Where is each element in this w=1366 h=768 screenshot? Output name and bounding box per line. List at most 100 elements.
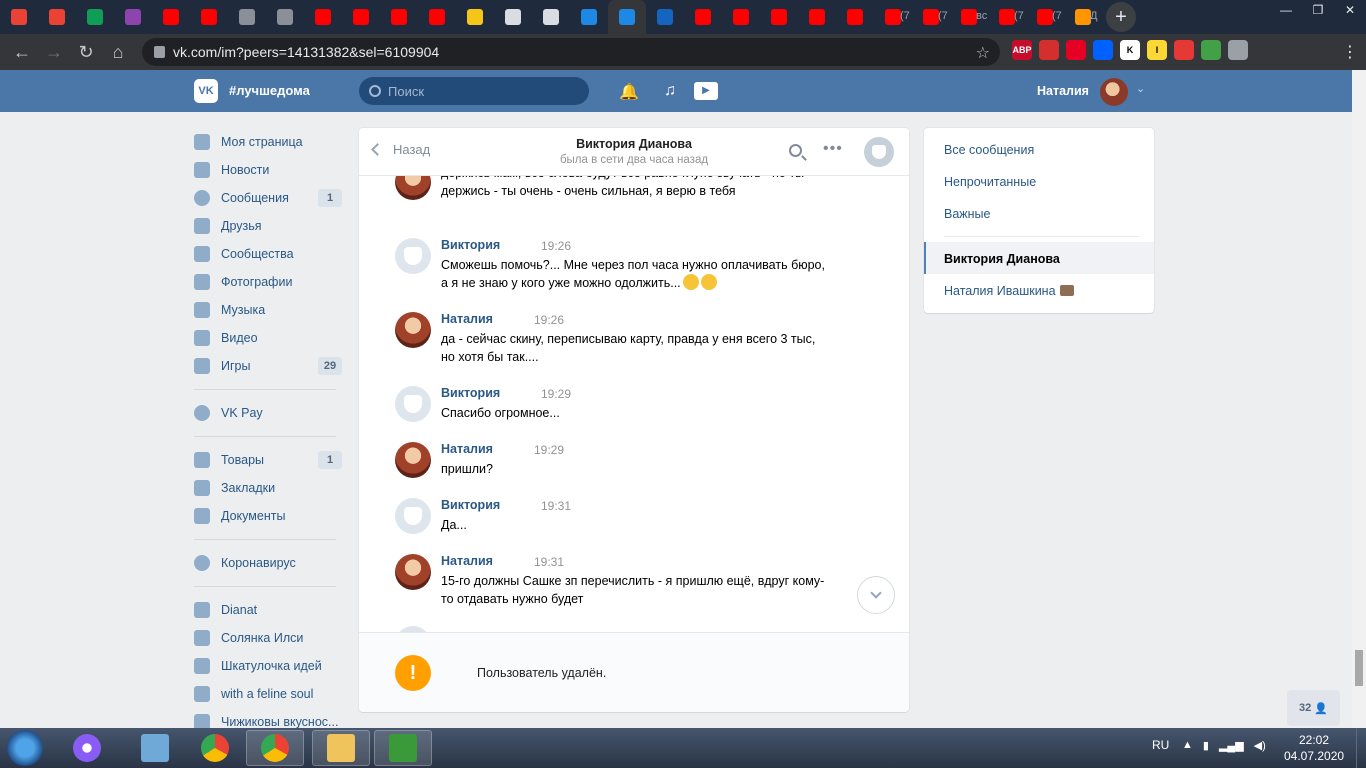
filter-important[interactable]: Важные (944, 207, 991, 221)
browser-tab[interactable]: (7 (988, 0, 1026, 34)
pinterest-icon[interactable] (1066, 40, 1086, 60)
browser-tab[interactable] (228, 0, 266, 34)
browser-tab[interactable] (494, 0, 532, 34)
abp-icon[interactable]: ABP (1012, 40, 1032, 60)
message-author[interactable]: Виктория (441, 386, 500, 400)
browser-tab[interactable] (38, 0, 76, 34)
header-user-name[interactable]: Наталия (1037, 84, 1089, 98)
taskbar-control-panel[interactable] (126, 730, 184, 766)
more-options-icon[interactable]: ••• (823, 140, 843, 158)
online-friends-button[interactable]: 32 👤 (1287, 690, 1340, 726)
signal-icon[interactable]: ▂▄▆ (1219, 739, 1244, 752)
bookmark-star-icon[interactable]: ☆ (976, 43, 990, 63)
browser-tab[interactable] (570, 0, 608, 34)
browser-tab[interactable] (76, 0, 114, 34)
page-scrollbar[interactable] (1352, 70, 1366, 728)
sidebar-item[interactable]: Товары 1 (186, 446, 350, 474)
message-time[interactable]: 19:26 (534, 313, 564, 327)
home-icon[interactable]: ⌂ (102, 36, 134, 68)
conversation-viktoria[interactable]: Виктория Дианова (944, 252, 1060, 266)
filter-unread[interactable]: Непрочитанные (944, 175, 1036, 189)
sidebar-item[interactable]: Солянка Илси (186, 624, 350, 652)
stop-hand-icon[interactable] (1039, 40, 1059, 60)
clock[interactable]: 22:02 04.07.2020 (1284, 732, 1344, 764)
sidebar-item[interactable]: Друзья (186, 212, 350, 240)
message-time[interactable]: 19:31 (541, 499, 571, 513)
browser-tab[interactable] (304, 0, 342, 34)
dropbox-icon[interactable] (1093, 40, 1113, 60)
browser-tab[interactable] (836, 0, 874, 34)
shield-icon[interactable] (1201, 40, 1221, 60)
browser-tab[interactable] (0, 0, 38, 34)
browser-tab[interactable]: (7 (1026, 0, 1064, 34)
message-avatar[interactable] (395, 554, 431, 590)
vk-logo[interactable]: VK (194, 79, 218, 103)
sidebar-item[interactable]: Видео (186, 324, 350, 352)
browser-tab[interactable] (722, 0, 760, 34)
back-arrow-icon[interactable]: ← (6, 36, 38, 68)
browser-tab[interactable] (152, 0, 190, 34)
message-author[interactable]: Виктория (441, 238, 500, 252)
new-tab-button[interactable]: + (1106, 2, 1136, 32)
sidebar-item[interactable]: Игры 29 (186, 352, 350, 380)
taskbar-explorer[interactable] (312, 730, 370, 766)
video-dl-icon[interactable] (1174, 40, 1194, 60)
browser-tab[interactable] (760, 0, 798, 34)
message-avatar[interactable] (395, 498, 431, 534)
vk-search[interactable] (359, 77, 589, 105)
sidebar-item[interactable]: Сообщества (186, 240, 350, 268)
message-avatar[interactable] (395, 238, 431, 274)
message-avatar[interactable] (395, 442, 431, 478)
message-author[interactable]: Виктория (441, 498, 500, 512)
browser-tab[interactable] (532, 0, 570, 34)
play-icon[interactable]: ▶ (694, 82, 718, 100)
sidebar-item[interactable]: Моя страница (186, 128, 350, 156)
message-author[interactable]: Наталия (441, 442, 493, 456)
browser-tab[interactable] (114, 0, 152, 34)
reload-icon[interactable]: ↻ (70, 36, 102, 68)
scrollbar-thumb[interactable] (1355, 650, 1363, 686)
chat-search-icon[interactable] (789, 144, 802, 157)
taskbar-alice[interactable] (58, 730, 116, 766)
address-bar[interactable]: vk.com/im?peers=14131382&sel=6109904 ☆ (142, 38, 1000, 66)
taskbar-chrome[interactable] (186, 730, 244, 766)
browser-tab[interactable]: (7 (874, 0, 912, 34)
browser-menu-icon[interactable]: ⋮ (1342, 42, 1358, 62)
hashtag-link[interactable]: #лучшедома (229, 83, 310, 98)
contact-avatar[interactable] (864, 137, 894, 167)
search-input[interactable] (388, 83, 568, 99)
browser-tab[interactable] (456, 0, 494, 34)
message-time[interactable]: 19:29 (534, 443, 564, 457)
message-author[interactable]: Наталия (441, 312, 493, 326)
scroll-down-button[interactable] (857, 576, 895, 614)
language-indicator[interactable]: RU (1152, 738, 1169, 752)
sidebar-item[interactable]: Коронавирус (186, 549, 350, 577)
sidebar-item[interactable]: Dianat (186, 596, 350, 624)
sidebar-item[interactable]: Закладки (186, 474, 350, 502)
windows-start-icon[interactable] (7, 730, 43, 766)
forward-arrow-icon[interactable]: → (38, 36, 70, 68)
sidebar-item[interactable]: Шкатулочка идей (186, 652, 350, 680)
volume-icon[interactable]: ◀) (1254, 739, 1266, 752)
chevron-down-icon[interactable]: ⌄ (1136, 82, 1145, 95)
i-icon[interactable]: I (1147, 40, 1167, 60)
close-icon[interactable]: ✕ (1334, 0, 1366, 20)
taskbar-chrome-active[interactable] (246, 730, 304, 766)
browser-tab[interactable]: (7 (912, 0, 950, 34)
message-time[interactable]: 19:31 (534, 555, 564, 569)
browser-tab[interactable] (646, 0, 684, 34)
k-icon[interactable]: K (1120, 40, 1140, 60)
restore-icon[interactable]: ❐ (1302, 0, 1334, 20)
browser-tab[interactable] (684, 0, 722, 34)
browser-tab[interactable] (418, 0, 456, 34)
tray-expand-icon[interactable]: ▲ (1182, 739, 1193, 752)
taskbar-game[interactable] (374, 730, 432, 766)
browser-tab[interactable] (380, 0, 418, 34)
sidebar-item[interactable]: with a feline soul (186, 680, 350, 708)
sidebar-item[interactable]: Фотографии (186, 268, 350, 296)
message-time[interactable]: 19:29 (541, 387, 571, 401)
message-list[interactable]: держись мам, все слова будут всё равно г… (359, 176, 909, 632)
message-author[interactable]: Наталия (441, 554, 493, 568)
browser-tab[interactable] (190, 0, 228, 34)
browser-tab[interactable] (608, 0, 646, 34)
